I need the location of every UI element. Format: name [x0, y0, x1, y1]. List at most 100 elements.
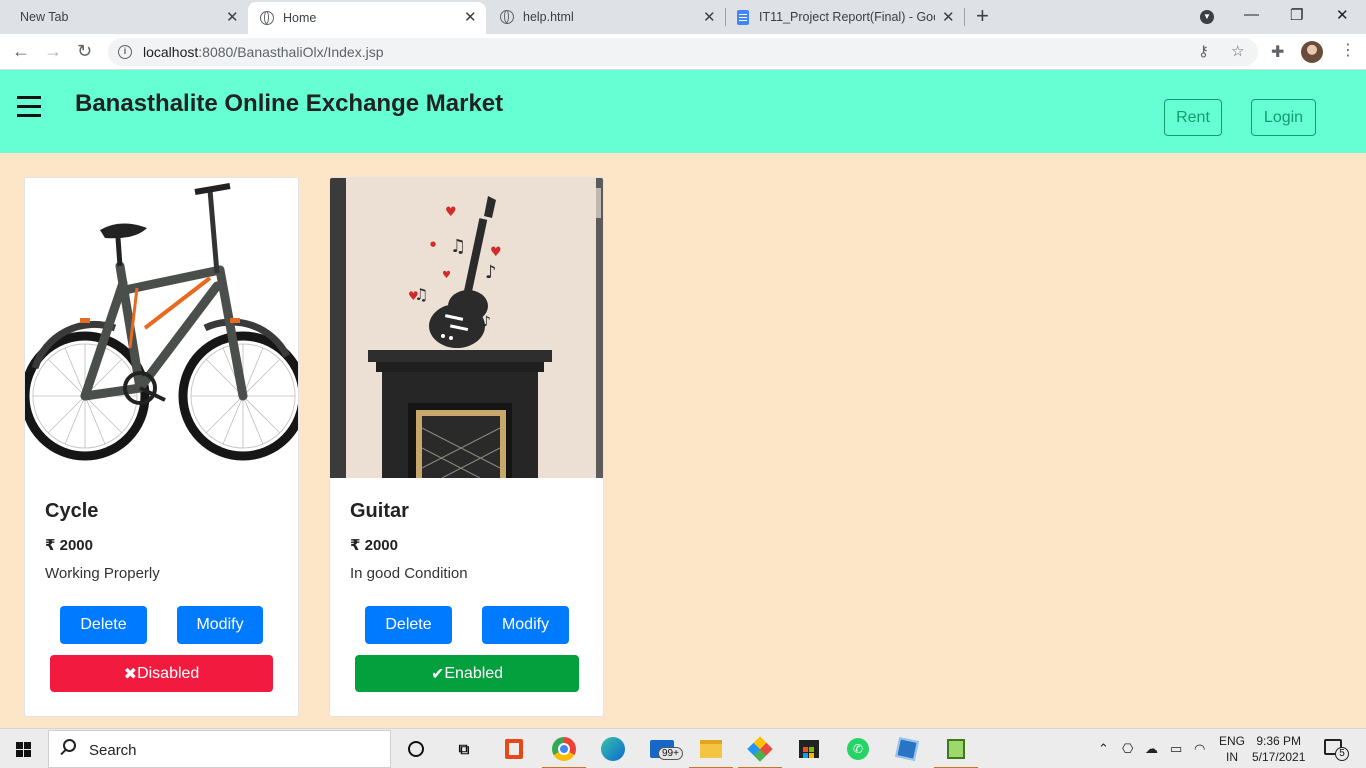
svg-text:♪: ♪ — [482, 314, 491, 330]
delete-button[interactable]: Delete — [365, 606, 452, 644]
product-name: Guitar — [350, 500, 409, 522]
language-code: ENG — [1219, 734, 1246, 748]
delete-button[interactable]: Delete — [60, 606, 147, 644]
product-card-cycle: Cycle ₹ 2000 Working Properly Delete Mod… — [24, 177, 299, 717]
extensions-puzzle-icon[interactable]: ✚ — [1271, 42, 1284, 62]
network-device-icon[interactable]: ⎔ — [1122, 741, 1133, 757]
minimize-icon[interactable]: — — [1244, 6, 1259, 23]
tab-title: Home — [283, 11, 317, 25]
close-icon[interactable]: ✕ — [703, 8, 716, 26]
back-arrow-icon[interactable]: ← — [12, 40, 30, 62]
window-close-icon[interactable]: ✕ — [1336, 6, 1349, 24]
reload-icon[interactable]: ↻ — [77, 40, 92, 62]
close-icon[interactable]: ✕ — [942, 8, 955, 26]
svg-text:♫: ♫ — [450, 236, 466, 257]
bookmark-star-icon[interactable]: ☆ — [1231, 42, 1244, 60]
status-label: Disabled — [137, 664, 200, 682]
product-name: Cycle — [45, 500, 99, 522]
globe-icon — [500, 10, 514, 24]
notepad-icon[interactable] — [934, 735, 978, 768]
tab-search-icon[interactable]: ▼ — [1200, 10, 1214, 24]
edge-icon[interactable] — [599, 735, 627, 763]
file-explorer-icon[interactable] — [689, 735, 733, 768]
close-icon[interactable]: ✕ — [226, 8, 239, 26]
status-toggle-button[interactable]: ✖ Disabled — [50, 655, 273, 692]
notification-count: 5 — [1335, 747, 1349, 761]
tab-title: help.html — [523, 10, 574, 24]
google-docs-icon — [737, 9, 749, 25]
tab-title: New Tab — [20, 10, 69, 24]
product-image-guitar: ♥ ♥ ♥ ♥ ● ♫ ♪ ♫ ♪ — [330, 178, 603, 478]
cortana-icon[interactable] — [402, 735, 430, 763]
office-icon[interactable] — [500, 735, 528, 763]
mail-badge: 99+ — [658, 747, 683, 760]
taskbar-search-box[interactable]: Search — [48, 730, 391, 768]
language-indicator[interactable]: ENG IN — [1219, 733, 1245, 765]
chevron-up-icon[interactable]: ⌃ — [1098, 741, 1109, 757]
whatsapp-icon[interactable]: ✆ — [844, 735, 872, 763]
restore-icon[interactable]: ❐ — [1290, 6, 1303, 24]
checkmark-icon: ✔ — [430, 665, 445, 683]
url-text[interactable]: localhost:8080/BanasthaliOlx/Index.jsp — [143, 44, 384, 60]
url-host: localhost — [143, 44, 199, 60]
profile-avatar[interactable] — [1301, 41, 1323, 63]
rent-button[interactable]: Rent — [1164, 99, 1222, 136]
product-image-cycle — [25, 178, 298, 478]
tab-home[interactable]: Home ✕ — [248, 2, 486, 34]
close-x-icon: ✖ — [123, 665, 138, 683]
wifi-icon[interactable]: ◠ — [1194, 741, 1205, 757]
address-bar[interactable]: i localhost:8080/BanasthaliOlx/Index.jsp… — [108, 38, 1258, 66]
tab-project-report[interactable]: IT11_Project Report(Final) - Goog ✕ — [727, 0, 963, 34]
system-clock[interactable]: 9:36 PM 5/17/2021 — [1252, 733, 1305, 765]
site-title: Banasthalite Online Exchange Market — [75, 90, 504, 117]
globe-icon — [260, 11, 274, 25]
svg-text:♥: ♥ — [445, 205, 457, 220]
windows-taskbar: Search ⧉ 99+ ✆ ⌃ ⎔ ☁ ▭ ◠ ENG IN 9:36 PM … — [0, 728, 1366, 768]
browser-tabstrip: New Tab ✕ Home ✕ help.html ✕ IT11_Projec… — [0, 0, 1366, 34]
clock-date: 5/17/2021 — [1252, 750, 1306, 764]
forward-arrow-icon[interactable]: → — [44, 40, 62, 62]
chrome-icon[interactable] — [542, 735, 586, 768]
site-navbar: Banasthalite Online Exchange Market Rent… — [0, 70, 1366, 153]
url-path: :8080/BanasthaliOlx/Index.jsp — [198, 44, 384, 60]
svg-text:♪: ♪ — [485, 262, 497, 283]
tab-separator — [725, 8, 726, 26]
product-card-guitar: ♥ ♥ ♥ ♥ ● ♫ ♪ ♫ ♪ Guitar ₹ 2000 In good … — [329, 177, 604, 717]
task-view-icon[interactable]: ⧉ — [450, 735, 478, 763]
info-icon[interactable]: i — [118, 45, 132, 59]
mail-icon[interactable]: 99+ — [648, 735, 683, 763]
new-tab-button[interactable]: + — [976, 5, 989, 27]
status-label: Enabled — [444, 664, 504, 682]
product-description: In good Condition — [350, 565, 468, 582]
hamburger-menu-icon[interactable] — [17, 96, 41, 118]
svg-text:●: ● — [430, 240, 436, 248]
modify-button[interactable]: Modify — [177, 606, 263, 644]
svg-text:♫: ♫ — [414, 285, 428, 304]
modify-button[interactable]: Modify — [482, 606, 569, 644]
close-icon[interactable]: ✕ — [464, 8, 477, 26]
menu-kebab-icon[interactable]: ⋮ — [1340, 40, 1356, 60]
tab-new-tab[interactable]: New Tab ✕ — [8, 0, 246, 34]
tab-separator — [964, 8, 965, 26]
tab-title: IT11_Project Report(Final) - Goog — [759, 10, 935, 24]
svg-text:♥: ♥ — [442, 270, 451, 281]
status-toggle-button[interactable]: ✔ Enabled — [355, 655, 579, 692]
onedrive-icon[interactable]: ☁ — [1145, 741, 1158, 757]
region-code: IN — [1226, 750, 1238, 764]
product-price: ₹ 2000 — [350, 537, 398, 554]
virtualbox-icon[interactable] — [893, 735, 921, 763]
store-icon[interactable] — [795, 735, 823, 763]
browser-toolbar: ← → ↻ i localhost:8080/BanasthaliOlx/Ind… — [0, 34, 1366, 70]
clock-time: 9:36 PM — [1256, 734, 1302, 748]
login-button[interactable]: Login — [1251, 99, 1316, 136]
product-price: ₹ 2000 — [45, 537, 93, 554]
search-placeholder: Search — [89, 742, 137, 759]
windows-start-icon[interactable] — [16, 742, 32, 757]
notification-center-icon[interactable]: 5 — [1324, 739, 1349, 761]
battery-icon[interactable]: ▭ — [1170, 741, 1182, 757]
tab-help[interactable]: help.html ✕ — [488, 0, 726, 34]
key-icon[interactable]: ⚷ — [1198, 42, 1209, 60]
svg-text:♥: ♥ — [490, 245, 502, 260]
paint-app-icon[interactable] — [738, 735, 782, 768]
product-description: Working Properly — [45, 565, 160, 582]
